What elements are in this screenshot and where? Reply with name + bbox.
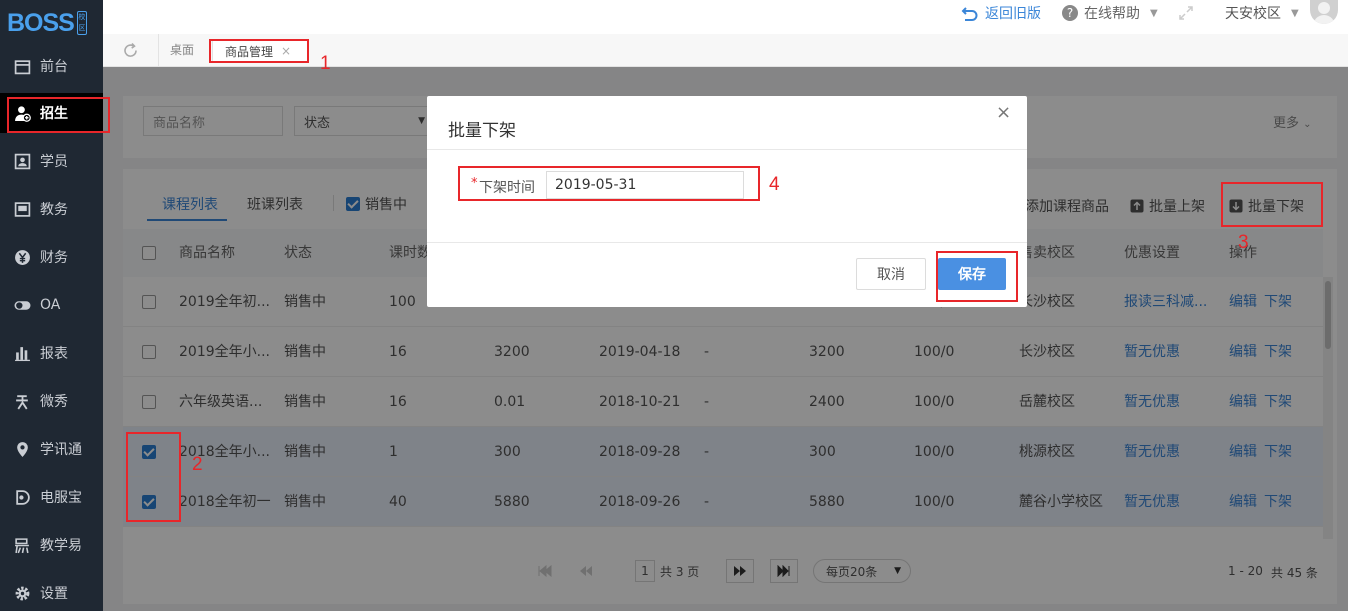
campus-selector[interactable]: 天安校区 ▼ (1225, 0, 1299, 26)
close-dialog-icon[interactable]: × (996, 102, 1011, 123)
sidebar-item-students[interactable]: 学员 (0, 141, 103, 181)
sidebar-item-finance[interactable]: 财务 (0, 237, 103, 277)
phone-service-icon (16, 489, 30, 505)
id-card-icon (14, 153, 31, 169)
annotation-label-4: 4 (769, 174, 780, 195)
back-old-version-link[interactable]: 返回旧版 (961, 0, 1041, 26)
refresh-icon[interactable] (103, 34, 159, 67)
sidebar-item-label: 设置 (40, 586, 68, 602)
yen-icon (15, 249, 30, 265)
sidebar-item-label: 财务 (40, 250, 68, 266)
sidebar-item-label: 教务 (40, 202, 68, 218)
boss-logo[interactable]: BOSS 校区 (7, 8, 87, 38)
sidebar-item-label: 教学易 (40, 538, 82, 554)
required-mark: * (471, 176, 478, 191)
sidebar-item-label: 微秀 (40, 394, 68, 410)
svg-text:?: ? (1067, 6, 1073, 20)
close-tab-icon[interactable]: × (281, 44, 291, 58)
location-pin-icon (17, 441, 28, 457)
chevron-down-icon: ▼ (1150, 7, 1158, 19)
fullscreen-icon[interactable] (1178, 0, 1194, 26)
sidebar-item-dianfubao[interactable]: 电服宝 (0, 477, 103, 517)
sidebar-item-jiaoxueyi[interactable]: 教学易 (0, 525, 103, 565)
save-button[interactable]: 保存 (938, 258, 1006, 290)
tab-product-management[interactable]: 商品管理 × (212, 40, 308, 62)
offshelf-time-label: 下架时间 (479, 180, 535, 196)
help-icon: ? (1062, 5, 1078, 21)
top-header: 返回旧版 ? 在线帮助 ▼ 天安校区 ▼ (103, 0, 1348, 34)
sidebar-item-label: 招生 (40, 106, 68, 122)
sidebar-item-label: OA (40, 297, 61, 313)
xiu-icon (16, 394, 28, 409)
tab-label: 商品管理 (225, 44, 274, 59)
sidebar-item-label: 学讯通 (40, 442, 82, 458)
sidebar-item-front-desk[interactable]: 前台 (0, 46, 103, 86)
sidebar-item-settings[interactable]: 设置 (0, 573, 103, 611)
back-old-label: 返回旧版 (985, 6, 1041, 22)
tab-bar: 桌面 商品管理 × (103, 34, 1348, 67)
offshelf-date-input[interactable]: 2019-05-31 (546, 171, 744, 199)
sidebar-item-enrollment[interactable]: 招生 (0, 93, 103, 133)
calendar-icon (14, 59, 31, 74)
sidebar-item-weixiu[interactable]: 微秀 (0, 381, 103, 421)
sidebar-item-oa[interactable]: OA (0, 285, 103, 325)
campus-label: 天安校区 (1225, 6, 1281, 22)
logo-text: BOSS (7, 8, 75, 37)
online-help-menu[interactable]: ? 在线帮助 ▼ (1061, 0, 1158, 26)
divider (427, 242, 1027, 243)
annotation-label-3: 3 (1238, 232, 1249, 253)
sidebar-item-label: 前台 (40, 59, 68, 75)
divider (427, 149, 1027, 150)
sidebar-item-label: 电服宝 (40, 490, 82, 506)
sidebar-item-xuexuntong[interactable]: 学讯通 (0, 429, 103, 469)
annotation-label-1: 1 (320, 53, 331, 74)
batch-offshelf-dialog: 批量下架 × * 下架时间 2019-05-31 取消 保存 (427, 96, 1027, 307)
help-label: 在线帮助 (1084, 6, 1140, 22)
toggle-icon (14, 300, 31, 310)
sidebar-item-academic[interactable]: 教务 (0, 189, 103, 229)
cancel-button[interactable]: 取消 (856, 258, 926, 290)
chevron-down-icon: ▼ (1291, 7, 1299, 19)
avatar[interactable] (1310, 0, 1338, 24)
teach-icon (15, 537, 29, 553)
user-add-icon (15, 105, 31, 122)
sidebar-item-reports[interactable]: 报表 (0, 333, 103, 373)
bar-chart-icon (15, 346, 30, 361)
sidebar: BOSS 校区 前台 招生 学员 教务 财务 OA 报表 微秀 学讯通 电服宝 (0, 0, 103, 611)
tab-desktop[interactable]: 桌面 (170, 34, 194, 67)
dialog-title: 批量下架 (448, 121, 516, 141)
sidebar-item-label: 报表 (40, 346, 68, 362)
sidebar-item-label: 学员 (40, 154, 68, 170)
undo-icon (961, 7, 978, 21)
gear-icon (15, 586, 30, 600)
book-icon (14, 201, 31, 217)
logo-badge: 校区 (76, 11, 87, 35)
annotation-label-2: 2 (192, 454, 203, 475)
